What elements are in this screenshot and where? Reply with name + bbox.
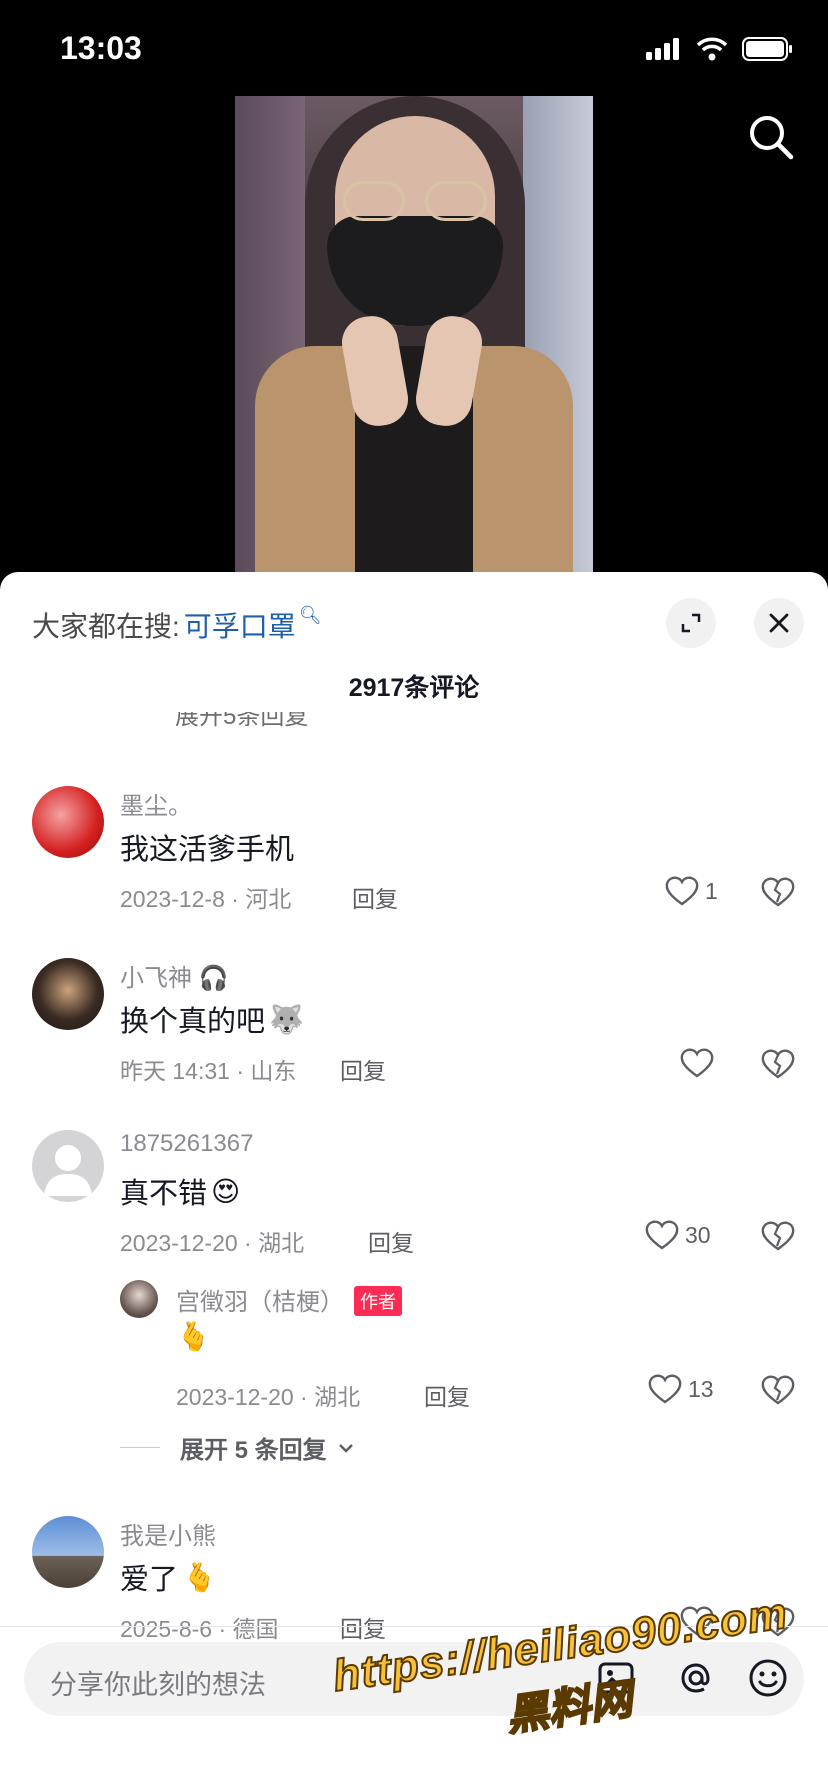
battery-icon xyxy=(742,37,792,61)
comment-text: 真不错 😍 xyxy=(120,1175,241,1211)
search-icon xyxy=(750,116,794,160)
finger-heart-emoji: 🫰 xyxy=(176,1321,211,1352)
status-bar: 13:03 xyxy=(0,0,828,96)
reply-button[interactable]: 回复 xyxy=(340,1610,386,1644)
like-button[interactable] xyxy=(680,1048,720,1078)
reply-text: 🫰 xyxy=(176,1320,211,1353)
comment-meta: 2023-12-8 · 河北 xyxy=(120,886,292,912)
finger-heart-emoji: 🫰 xyxy=(182,1561,217,1593)
broken-heart-icon xyxy=(761,1049,795,1079)
comment-text: 我这活爹手机 xyxy=(120,834,295,866)
comment-meta: 2025-8-6 · 德国 xyxy=(120,1616,279,1642)
reply-button[interactable]: 回复 xyxy=(368,1224,414,1258)
comment-meta: 2023-12-20 · 湖北 xyxy=(120,1230,305,1256)
wifi-icon xyxy=(696,37,728,61)
expand-label: 展开 5 条回复 xyxy=(180,1437,327,1464)
close-button[interactable] xyxy=(754,598,804,648)
broken-heart-icon xyxy=(761,1375,795,1405)
heart-icon xyxy=(680,1048,714,1078)
comment-text: 爱了 🫰 xyxy=(120,1561,217,1597)
video-player[interactable] xyxy=(235,96,593,572)
reply-username[interactable]: 宫徵羽（桔梗） 作者 xyxy=(176,1282,402,1318)
avatar[interactable] xyxy=(32,786,104,858)
dislike-button[interactable] xyxy=(760,876,796,908)
comment-username[interactable]: 我是小熊 xyxy=(120,1516,216,1551)
close-icon xyxy=(769,613,789,633)
chevron-down-icon xyxy=(338,1443,353,1453)
like-count: 13 xyxy=(688,1375,714,1402)
comment-text: 换个真的吧 🐺 xyxy=(120,1003,304,1039)
comment-username[interactable]: 1875261367 xyxy=(120,1130,253,1158)
expand-divider xyxy=(120,1447,160,1448)
reply-button[interactable]: 回复 xyxy=(340,1052,386,1086)
reply-button[interactable]: 回复 xyxy=(352,880,398,914)
reply-button[interactable]: 回复 xyxy=(424,1378,470,1412)
trending-search: 大家都在搜: 可孚口罩 🔍︎ xyxy=(32,605,322,645)
expand-replies-button[interactable]: 展开 5 条回复 xyxy=(120,1430,355,1465)
like-button[interactable]: 30 xyxy=(645,1220,711,1250)
dislike-button[interactable] xyxy=(760,1220,796,1252)
author-badge: 作者 xyxy=(354,1286,402,1316)
search-button[interactable] xyxy=(748,114,794,160)
broken-heart-icon xyxy=(761,877,795,907)
comment-count: 2917条评论 xyxy=(348,674,480,702)
heart-eyes-emoji: 😍 xyxy=(211,1175,241,1207)
like-button[interactable]: 1 xyxy=(665,876,718,906)
avatar[interactable] xyxy=(32,958,104,1030)
dislike-button[interactable] xyxy=(760,1374,796,1406)
status-time: 13:03 xyxy=(60,30,142,66)
heart-icon xyxy=(648,1374,682,1404)
dislike-button[interactable] xyxy=(760,1048,796,1080)
expand-icon xyxy=(681,613,701,633)
reply-avatar[interactable] xyxy=(120,1280,158,1318)
trending-label: 大家都在搜: xyxy=(32,611,180,642)
avatar[interactable] xyxy=(32,1516,104,1588)
heart-icon xyxy=(645,1220,679,1250)
like-count: 1 xyxy=(705,877,718,904)
comment-list[interactable]: 展开5条回复 墨尘。 我这活爹手机 2023-12-8 · 河北 回复 1 小飞… xyxy=(0,712,828,1644)
comment-input-placeholder[interactable]: 分享你此刻的想法 xyxy=(50,1663,266,1702)
signal-icon xyxy=(646,38,679,60)
keyword-search-icon: 🔍︎ xyxy=(298,604,322,625)
comment-username[interactable]: 墨尘。 xyxy=(120,786,192,821)
comment-meta: 昨天 14:31 · 山东 xyxy=(120,1058,297,1084)
trending-keyword-link[interactable]: 可孚口罩 xyxy=(184,605,296,645)
video-glasses-left xyxy=(343,181,405,221)
like-count: 30 xyxy=(685,1221,711,1248)
headphone-badge-icon: 🎧 xyxy=(198,965,229,992)
wolf-emoji: 🐺 xyxy=(269,1003,304,1035)
like-button[interactable]: 13 xyxy=(648,1374,714,1404)
heart-icon xyxy=(665,876,699,906)
truncated-expand-text: 展开5条回复 xyxy=(175,712,309,730)
video-glasses-right xyxy=(425,181,487,221)
broken-heart-icon xyxy=(761,1221,795,1251)
reply-meta: 2023-12-20 · 湖北 xyxy=(176,1384,361,1410)
avatar[interactable] xyxy=(32,1130,104,1202)
expand-button[interactable] xyxy=(666,598,716,648)
default-avatar-icon xyxy=(44,1145,92,1196)
comment-username[interactable]: 小飞神 🎧 xyxy=(120,958,229,993)
